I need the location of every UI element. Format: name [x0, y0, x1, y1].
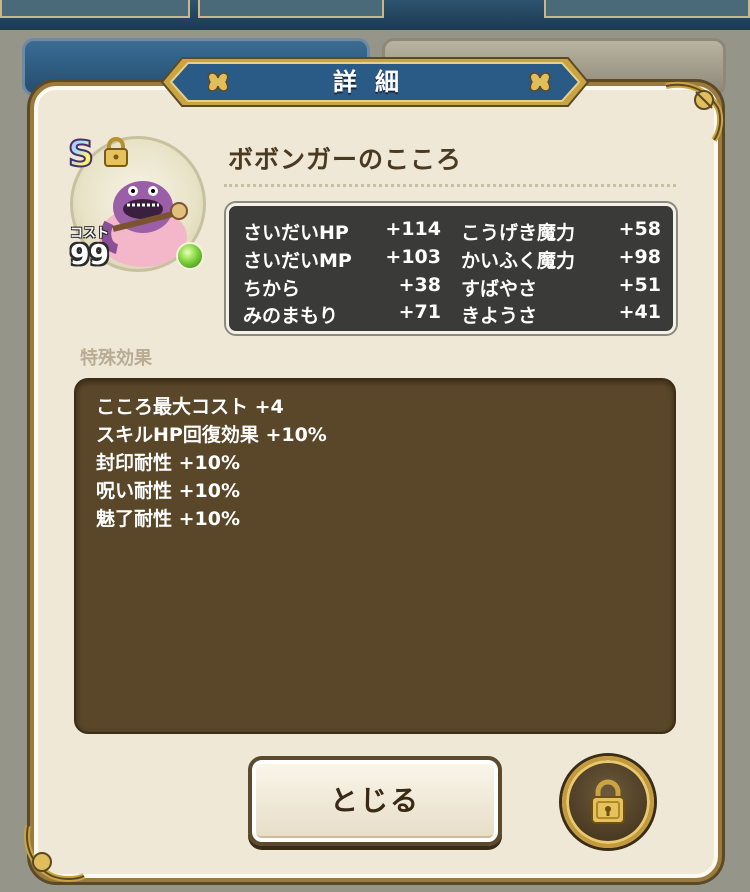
background-slot — [198, 0, 384, 18]
ornament-corner-icon — [665, 81, 724, 142]
stat-label: ちから — [243, 278, 301, 300]
rank-badge: S — [67, 133, 95, 176]
close-button[interactable]: とじる — [248, 756, 502, 846]
background-top-bar — [0, 0, 750, 30]
stat-row: みのまもり +71 きようさ +41 — [229, 301, 679, 329]
stat-value: +58 — [618, 218, 661, 240]
stat-value: +98 — [618, 246, 661, 268]
background-slot — [544, 0, 750, 18]
stats-box: さいだいHP +114 こうげき魔力 +58 さいだいMP +103 かいふく魔… — [226, 203, 676, 334]
stat-label: こうげき魔力 — [461, 222, 576, 244]
stat-row: ちから +38 すばやさ +51 — [229, 274, 679, 302]
stat-row: さいだいHP +114 こうげき魔力 +58 — [229, 218, 679, 246]
item-name: ボボンガーのこころ — [228, 145, 463, 174]
cost-value: 99 — [70, 238, 109, 271]
stat-value: +51 — [618, 274, 661, 296]
green-orb-icon — [176, 242, 204, 270]
padlock-icon — [591, 779, 625, 824]
stat-value: +41 — [618, 301, 661, 323]
effect-item: 魅了耐性 +10% — [96, 508, 241, 530]
stat-label: さいだいMP — [243, 250, 352, 272]
padlock-icon — [104, 137, 128, 167]
effect-item: 呪い耐性 +10% — [96, 480, 241, 502]
background-slot — [0, 0, 190, 18]
lock-button[interactable] — [562, 756, 654, 848]
stat-label: さいだいHP — [243, 222, 349, 244]
stat-value: +103 — [385, 246, 441, 268]
effect-item: 封印耐性 +10% — [96, 452, 241, 474]
stat-label: きようさ — [461, 305, 538, 327]
effect-item: こころ最大コスト +4 — [96, 396, 284, 418]
stat-label: すばやさ — [461, 278, 538, 300]
stat-value: +71 — [398, 301, 441, 323]
stat-value: +114 — [385, 218, 441, 240]
divider — [224, 184, 676, 187]
stat-label: みのまもり — [243, 305, 339, 327]
effects-header: 特殊効果 — [80, 348, 152, 369]
stat-row: さいだいMP +103 かいふく魔力 +98 — [229, 246, 679, 274]
ornament-corner-icon — [24, 825, 86, 882]
effect-item: スキルHP回復効果 +10% — [96, 424, 327, 446]
title-banner: 詳細 — [160, 56, 590, 108]
effects-list: こころ最大コスト +4 スキルHP回復効果 +10% 封印耐性 +10% 呪い耐… — [74, 378, 676, 734]
stat-value: +38 — [398, 274, 441, 296]
stat-label: かいふく魔力 — [461, 250, 576, 272]
dialog-title: 詳細 — [333, 68, 417, 96]
